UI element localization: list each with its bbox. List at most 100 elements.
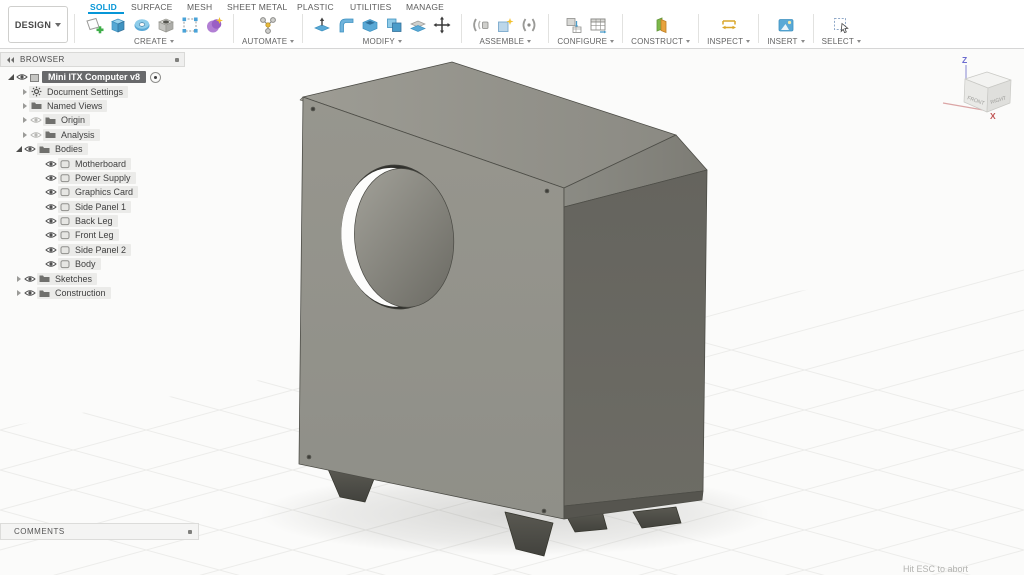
visibility-eye-icon[interactable] xyxy=(44,188,58,196)
collapse-panel-icon[interactable] xyxy=(6,56,15,64)
fillet-icon[interactable] xyxy=(335,14,357,36)
visibility-eye-icon[interactable] xyxy=(23,275,37,283)
tab-solid[interactable]: SOLID xyxy=(90,2,117,12)
construction-plane-icon[interactable] xyxy=(650,14,672,36)
toolbar-group-automate: AUTOMATE xyxy=(236,13,300,46)
tab-surface[interactable]: SURFACE xyxy=(131,2,173,12)
pattern-icon[interactable] xyxy=(179,14,201,36)
tab-sheet-metal[interactable]: SHEET METAL xyxy=(227,2,287,12)
expand-toggle-icon[interactable] xyxy=(20,103,29,109)
tree-item-body[interactable]: Back Leg xyxy=(58,215,118,227)
group-label-assemble[interactable]: ASSEMBLE xyxy=(479,37,531,46)
group-label-inspect[interactable]: INSPECT xyxy=(707,37,750,46)
expand-toggle-icon[interactable] xyxy=(20,117,29,123)
tree-item-body[interactable]: Power Supply xyxy=(58,172,136,184)
tree-row: Body xyxy=(0,257,185,271)
folder-icon xyxy=(39,274,50,283)
panel-grip-handle[interactable] xyxy=(188,530,192,534)
select-window-icon[interactable] xyxy=(830,14,852,36)
visibility-eye-icon[interactable] xyxy=(23,289,37,297)
main-toolbar: DESIGN SOLID SURFACE MESH SHEET METAL PL… xyxy=(0,0,1024,49)
design-workspace-menu[interactable]: DESIGN xyxy=(8,6,68,43)
expand-toggle-icon[interactable] xyxy=(14,146,23,152)
configuration-icon[interactable] xyxy=(563,14,585,36)
revolve-icon[interactable] xyxy=(131,14,153,36)
visibility-eye-icon[interactable] xyxy=(44,246,58,254)
group-label-insert[interactable]: INSERT xyxy=(767,37,804,46)
tree-item-analysis[interactable]: Analysis xyxy=(43,129,100,141)
expand-toggle-icon[interactable] xyxy=(20,132,29,138)
body-icon xyxy=(60,259,70,269)
expand-toggle-icon[interactable] xyxy=(20,89,29,95)
toolbar-separator xyxy=(548,14,549,43)
visibility-eye-icon[interactable] xyxy=(44,217,58,225)
expand-toggle-icon[interactable] xyxy=(6,74,15,80)
visibility-eye-icon[interactable] xyxy=(23,145,37,153)
visibility-eye-icon[interactable] xyxy=(44,174,58,182)
tab-mesh[interactable]: MESH xyxy=(187,2,212,12)
activate-component-radio[interactable] xyxy=(150,72,161,83)
group-label-create[interactable]: CREATE xyxy=(134,37,174,46)
expand-toggle-icon[interactable] xyxy=(14,290,23,296)
tree-item-construction[interactable]: Construction xyxy=(37,287,111,299)
canvas-icon[interactable] xyxy=(775,14,797,36)
tree-item-body[interactable]: Graphics Card xyxy=(58,186,138,198)
shell-icon[interactable] xyxy=(359,14,381,36)
group-label-configure[interactable]: CONFIGURE xyxy=(557,37,614,46)
tree-item-body[interactable]: Side Panel 2 xyxy=(58,244,131,256)
automation-icon[interactable] xyxy=(257,14,279,36)
visibility-eye-icon-off[interactable] xyxy=(29,116,43,124)
tree-item-body[interactable]: Body xyxy=(58,258,101,270)
measure-icon[interactable] xyxy=(718,14,740,36)
press-pull-icon[interactable] xyxy=(311,14,333,36)
tree-item-body[interactable]: Motherboard xyxy=(58,158,131,170)
comments-panel[interactable]: COMMENTS xyxy=(0,523,199,540)
tab-utilities[interactable]: UTILITIES xyxy=(350,2,391,12)
visibility-eye-icon-off[interactable] xyxy=(29,131,43,139)
new-component-icon[interactable] xyxy=(494,14,516,36)
tree-item-root[interactable]: Mini ITX Computer v8 xyxy=(42,71,146,83)
tree-item-sketches[interactable]: Sketches xyxy=(37,273,97,285)
chevron-down-icon xyxy=(527,40,531,43)
view-cube[interactable]: Z X FRONT RIGHT xyxy=(943,55,1011,121)
group-label-modify[interactable]: MODIFY xyxy=(363,37,402,46)
tree-item-bodies[interactable]: Bodies xyxy=(37,143,88,155)
tree-item-document-settings[interactable]: Document Settings xyxy=(29,86,128,98)
form-icon[interactable] xyxy=(203,14,225,36)
group-label-construct[interactable]: CONSTRUCT xyxy=(631,37,690,46)
visibility-eye-icon[interactable] xyxy=(44,160,58,168)
hole-icon[interactable] xyxy=(155,14,177,36)
tab-manage[interactable]: MANAGE xyxy=(406,2,444,12)
browser-header[interactable]: BROWSER xyxy=(0,52,185,67)
group-label-select[interactable]: SELECT xyxy=(822,37,861,46)
component-icon xyxy=(29,72,40,83)
group-label-automate[interactable]: AUTOMATE xyxy=(242,37,294,46)
tree-item-named-views[interactable]: Named Views xyxy=(29,100,107,112)
visibility-eye-icon[interactable] xyxy=(44,231,58,239)
visibility-eye-icon[interactable] xyxy=(44,203,58,211)
model-side-panel[interactable] xyxy=(564,170,707,506)
tab-plastic[interactable]: PLASTIC xyxy=(297,2,334,12)
create-sketch-icon[interactable] xyxy=(83,14,105,36)
folder-icon xyxy=(31,101,42,110)
as-built-joint-icon[interactable] xyxy=(518,14,540,36)
offset-face-icon[interactable] xyxy=(407,14,429,36)
extrude-icon[interactable] xyxy=(107,14,129,36)
configuration-table-icon[interactable] xyxy=(587,14,609,36)
expand-toggle-icon[interactable] xyxy=(14,276,23,282)
combine-icon[interactable] xyxy=(383,14,405,36)
tree-item-body[interactable]: Side Panel 1 xyxy=(58,201,131,213)
visibility-eye-icon[interactable] xyxy=(15,73,29,81)
toolbar-group-configure: CONFIGURE xyxy=(551,13,620,46)
chevron-down-icon xyxy=(686,40,690,43)
tree-item-body[interactable]: Front Leg xyxy=(58,229,119,241)
move-copy-icon[interactable] xyxy=(431,14,453,36)
chevron-down-icon xyxy=(801,40,805,43)
panel-grip-handle[interactable] xyxy=(175,58,179,62)
tree-item-origin[interactable]: Origin xyxy=(43,114,90,126)
visibility-eye-icon[interactable] xyxy=(44,260,58,268)
model-mini-itx-case[interactable] xyxy=(299,62,707,556)
toolbar-group-inspect: INSPECT xyxy=(701,13,756,46)
tree-row: Power Supply xyxy=(0,171,185,185)
joint-icon[interactable] xyxy=(470,14,492,36)
